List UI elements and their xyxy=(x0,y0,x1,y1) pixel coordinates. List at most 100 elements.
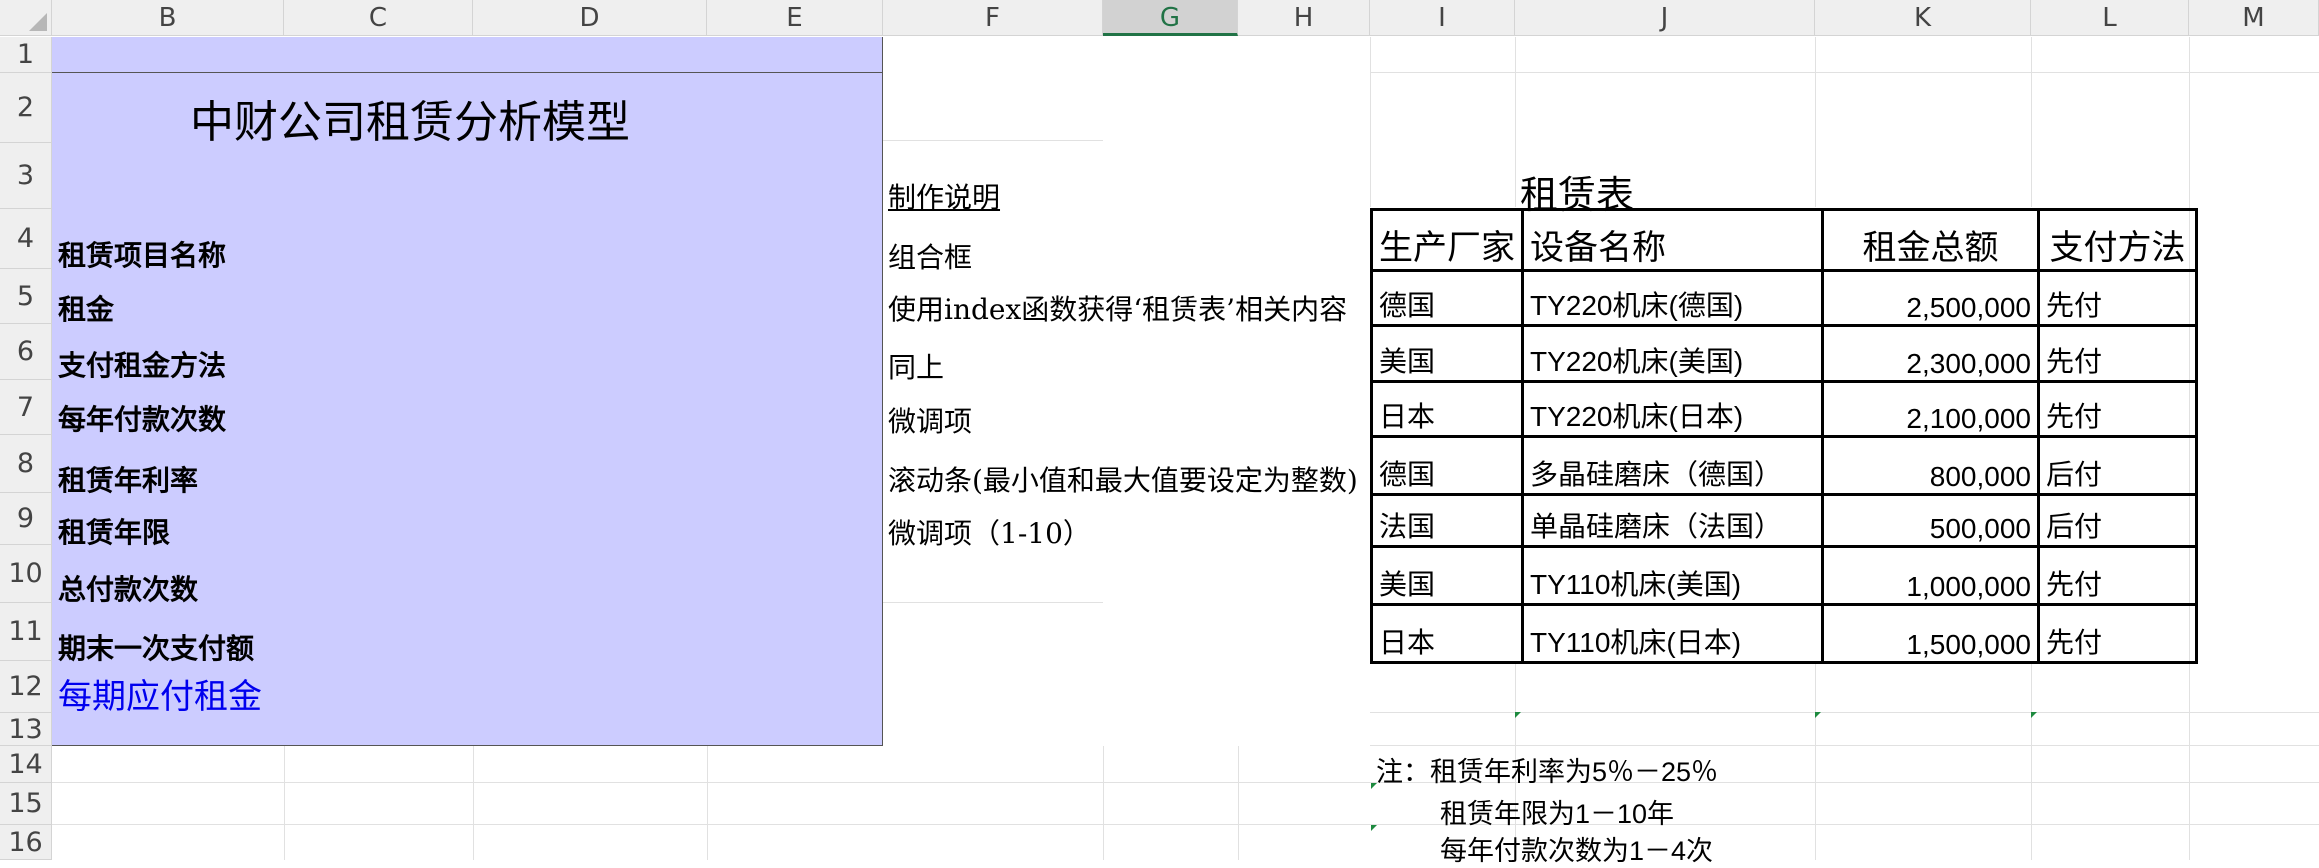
cell-equipment[interactable]: TY220机床(美国) xyxy=(1521,324,1824,383)
cell-manufacturer[interactable]: 日本 xyxy=(1370,380,1524,438)
cell-indicator-icon xyxy=(1371,825,1377,831)
label-total-payments: 总付款次数 xyxy=(58,573,199,606)
column-header-l[interactable]: L xyxy=(2031,0,2189,36)
cell-payment-method[interactable]: 先付 xyxy=(2037,603,2198,664)
cell-indicator-icon xyxy=(1815,712,1821,718)
row-header-7[interactable]: 7 xyxy=(0,380,52,435)
gridline xyxy=(1370,712,2319,713)
cell-payment-method[interactable]: 先付 xyxy=(2037,545,2198,606)
select-all-triangle-icon xyxy=(29,13,47,31)
row-header-15[interactable]: 15 xyxy=(0,783,52,825)
cell-payment-method[interactable]: 先付 xyxy=(2037,324,2198,383)
column-header-e[interactable]: E xyxy=(707,0,883,36)
gridline xyxy=(473,746,474,860)
gridline xyxy=(52,782,2319,783)
column-header-h[interactable]: H xyxy=(1238,0,1370,36)
cell-total-rent[interactable]: 1,000,000 xyxy=(1821,545,2040,606)
lease-table-header-row: 生产厂家 设备名称 租金总额 支付方法 xyxy=(1370,208,2198,272)
gridline xyxy=(1103,746,1104,860)
table-row: 美国 TY110机床(美国) 1,000,000 先付 xyxy=(1370,545,2198,606)
column-header-g[interactable]: G xyxy=(1103,0,1238,36)
cell-manufacturer[interactable]: 德国 xyxy=(1370,269,1524,327)
row-header-14[interactable]: 14 xyxy=(0,746,52,783)
cell-equipment[interactable]: TY220机床(日本) xyxy=(1521,380,1824,438)
label-final-payment: 期末一次支付额 xyxy=(58,632,255,665)
gridline xyxy=(883,140,1103,141)
cell-total-rent[interactable]: 500,000 xyxy=(1821,493,2040,548)
column-header-m[interactable]: M xyxy=(2189,0,2319,36)
table-row: 德国 多晶硅磨床（德国） 800,000 后付 xyxy=(1370,435,2198,496)
cell-payment-method[interactable]: 先付 xyxy=(2037,380,2198,438)
model-title: 中财公司租赁分析模型 xyxy=(190,97,630,148)
gridline xyxy=(2031,662,2032,860)
gridline xyxy=(284,746,285,860)
column-header-k[interactable]: K xyxy=(1815,0,2031,36)
gridline xyxy=(707,746,708,860)
cell-equipment[interactable]: TY110机床(美国) xyxy=(1521,545,1824,606)
notes-heading: 制作说明 xyxy=(888,181,1001,214)
row-header-3[interactable]: 3 xyxy=(0,143,52,209)
column-header-c[interactable]: C xyxy=(284,0,473,36)
note-spinner: 微调项 xyxy=(888,405,973,438)
cell-total-rent[interactable]: 800,000 xyxy=(1821,435,2040,496)
gridline xyxy=(1370,72,2319,73)
cell-manufacturer[interactable]: 法国 xyxy=(1370,493,1524,548)
cell-payment-method[interactable]: 后付 xyxy=(2037,435,2198,496)
cell-manufacturer[interactable]: 日本 xyxy=(1370,603,1524,664)
note-combo-box: 组合框 xyxy=(888,241,973,274)
gridline xyxy=(1370,745,2319,746)
note-index-function: 使用index函数获得‘租赁表’相关内容 xyxy=(888,293,1348,326)
row-header-6[interactable]: 6 xyxy=(0,324,52,380)
column-header-b[interactable]: B xyxy=(52,0,284,36)
column-header-f[interactable]: F xyxy=(883,0,1103,36)
cell-total-rent[interactable]: 2,500,000 xyxy=(1821,269,2040,327)
note-spinner-range: 微调项（1-10） xyxy=(888,517,1091,550)
table-row: 德国 TY220机床(德国) 2,500,000 先付 xyxy=(1370,269,2198,327)
row-header-12[interactable]: 12 xyxy=(0,661,52,713)
header-total-rent: 租金总额 xyxy=(1821,208,2040,272)
cell-total-rent[interactable]: 2,100,000 xyxy=(1821,380,2040,438)
cell-indicator-icon xyxy=(2031,712,2037,718)
row-header-16[interactable]: 16 xyxy=(0,825,52,860)
panel-divider xyxy=(52,72,883,73)
cell-indicator-icon xyxy=(1515,712,1521,718)
table-row: 日本 TY220机床(日本) 2,100,000 先付 xyxy=(1370,380,2198,438)
cell-payment-method[interactable]: 后付 xyxy=(2037,493,2198,548)
cell-manufacturer[interactable]: 美国 xyxy=(1370,545,1524,606)
select-all-corner[interactable] xyxy=(0,0,52,36)
table-row: 日本 TY110机床(日本) 1,500,000 先付 xyxy=(1370,603,2198,664)
row-header-10[interactable]: 10 xyxy=(0,545,52,603)
cell-total-rent[interactable]: 2,300,000 xyxy=(1821,324,2040,383)
label-lease-years: 租赁年限 xyxy=(58,516,171,549)
row-header-13[interactable]: 13 xyxy=(0,713,52,746)
cell-equipment[interactable]: TY110机床(日本) xyxy=(1521,603,1824,664)
label-payments-per-year: 每年付款次数 xyxy=(58,403,227,436)
row-header-8[interactable]: 8 xyxy=(0,435,52,493)
cell-total-rent[interactable]: 1,500,000 xyxy=(1821,603,2040,664)
row-header-5[interactable]: 5 xyxy=(0,269,52,324)
cell-manufacturer[interactable]: 美国 xyxy=(1370,324,1524,383)
column-header-i[interactable]: I xyxy=(1370,0,1515,36)
row-header-4[interactable]: 4 xyxy=(0,209,52,269)
row-header-2[interactable]: 2 xyxy=(0,73,52,143)
cell-equipment[interactable]: 多晶硅磨床（德国） xyxy=(1521,435,1824,496)
header-payment-method: 支付方法 xyxy=(2037,208,2198,272)
note-same-as-above: 同上 xyxy=(888,351,945,384)
column-header-d[interactable]: D xyxy=(473,0,707,36)
column-header-j[interactable]: J xyxy=(1515,0,1815,36)
cell-payment-method[interactable]: 先付 xyxy=(2037,269,2198,327)
row-header-11[interactable]: 11 xyxy=(0,603,52,661)
header-equipment-name: 设备名称 xyxy=(1521,208,1824,272)
cell-manufacturer[interactable]: 德国 xyxy=(1370,435,1524,496)
label-rent: 租金 xyxy=(58,293,115,326)
row-header-1[interactable]: 1 xyxy=(0,37,52,73)
gridline xyxy=(1370,37,1371,207)
gridline xyxy=(52,824,2319,825)
note-scrollbar: 滚动条(最小值和最大值要设定为整数) xyxy=(888,464,1358,497)
row-header-9[interactable]: 9 xyxy=(0,493,52,545)
table-row: 美国 TY220机床(美国) 2,300,000 先付 xyxy=(1370,324,2198,383)
gridline xyxy=(2031,37,2032,207)
cell-equipment[interactable]: TY220机床(德国) xyxy=(1521,269,1824,327)
gridline xyxy=(1238,746,1239,860)
cell-equipment[interactable]: 单晶硅磨床（法国） xyxy=(1521,493,1824,548)
